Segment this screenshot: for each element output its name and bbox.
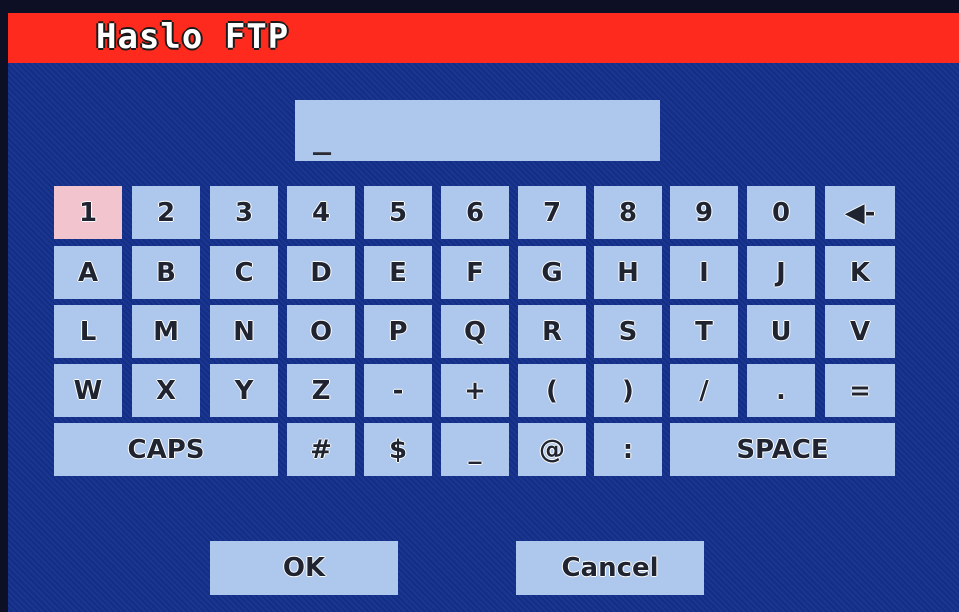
key-g[interactable]: G [518, 246, 586, 299]
key-plus[interactable]: + [441, 364, 509, 417]
key-open-paren[interactable]: ( [518, 364, 586, 417]
key-i[interactable]: I [670, 246, 738, 299]
key-l[interactable]: L [54, 305, 122, 358]
cancel-button[interactable]: Cancel [516, 541, 704, 595]
key-4[interactable]: 4 [287, 186, 355, 239]
key-e[interactable]: E [364, 246, 432, 299]
key-o[interactable]: O [287, 305, 355, 358]
key-y[interactable]: Y [210, 364, 278, 417]
key-q[interactable]: Q [441, 305, 509, 358]
key-3[interactable]: 3 [210, 186, 278, 239]
key-j[interactable]: J [747, 246, 815, 299]
key-colon[interactable]: : [594, 423, 662, 476]
key-7[interactable]: 7 [518, 186, 586, 239]
key-x[interactable]: X [132, 364, 200, 417]
key-9[interactable]: 9 [670, 186, 738, 239]
key-0[interactable]: 0 [747, 186, 815, 239]
key-dollar[interactable]: $ [364, 423, 432, 476]
key-2[interactable]: 2 [132, 186, 200, 239]
key-5[interactable]: 5 [364, 186, 432, 239]
key-close-paren[interactable]: ) [594, 364, 662, 417]
key-p[interactable]: P [364, 305, 432, 358]
key-u[interactable]: U [747, 305, 815, 358]
ftp-password-dialog: Haslo FTP _ 1 2 3 4 5 6 7 8 9 0 ◀- A B C… [8, 13, 959, 612]
key-b[interactable]: B [132, 246, 200, 299]
key-c[interactable]: C [210, 246, 278, 299]
key-period[interactable]: . [747, 364, 815, 417]
backspace-key[interactable]: ◀- [825, 186, 895, 239]
key-minus[interactable]: - [364, 364, 432, 417]
key-8[interactable]: 8 [594, 186, 662, 239]
key-t[interactable]: T [670, 305, 738, 358]
key-a[interactable]: A [54, 246, 122, 299]
key-w[interactable]: W [54, 364, 122, 417]
caps-key[interactable]: CAPS [54, 423, 278, 476]
key-h[interactable]: H [594, 246, 662, 299]
key-k[interactable]: K [825, 246, 895, 299]
key-1[interactable]: 1 [54, 186, 122, 239]
dialog-title: Haslo FTP [96, 17, 290, 57]
ok-button[interactable]: OK [210, 541, 398, 595]
key-underscore[interactable]: _ [441, 423, 509, 476]
key-6[interactable]: 6 [441, 186, 509, 239]
input-cursor: _ [313, 121, 332, 156]
key-d[interactable]: D [287, 246, 355, 299]
key-s[interactable]: S [594, 305, 662, 358]
key-r[interactable]: R [518, 305, 586, 358]
key-m[interactable]: M [132, 305, 200, 358]
key-equals[interactable]: = [825, 364, 895, 417]
password-input[interactable]: _ [295, 100, 660, 161]
key-n[interactable]: N [210, 305, 278, 358]
title-bar: Haslo FTP [8, 13, 959, 63]
key-v[interactable]: V [825, 305, 895, 358]
space-key[interactable]: SPACE [670, 423, 895, 476]
key-hash[interactable]: # [287, 423, 355, 476]
key-f[interactable]: F [441, 246, 509, 299]
key-slash[interactable]: / [670, 364, 738, 417]
key-z[interactable]: Z [287, 364, 355, 417]
key-at[interactable]: @ [518, 423, 586, 476]
